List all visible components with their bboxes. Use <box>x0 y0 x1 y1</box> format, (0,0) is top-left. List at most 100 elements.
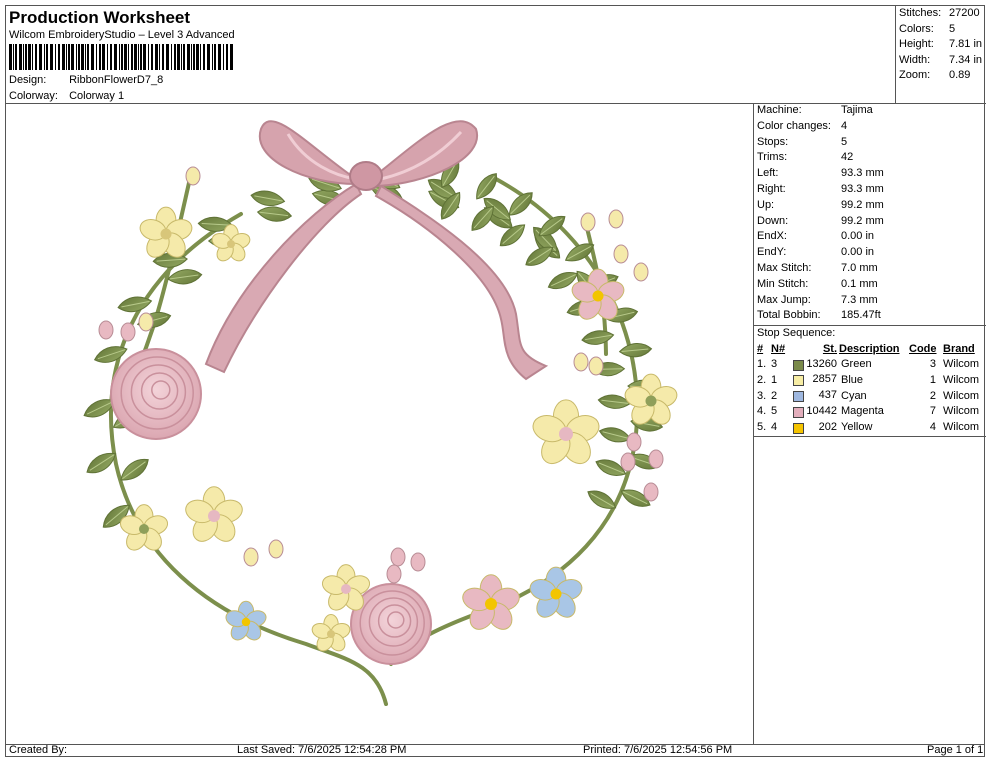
rose-bottom <box>350 583 432 665</box>
design-row: Design: RibbonFlowerD7_8 <box>9 74 163 86</box>
flower-bud <box>120 322 136 342</box>
row-stitch-count: 2857 <box>812 373 837 386</box>
wreath-flowers <box>98 166 678 665</box>
info-value: 99.2 mm <box>841 198 884 211</box>
row-index: 2. <box>757 373 767 386</box>
row-code: 3 <box>929 358 936 371</box>
info-label: Color changes: <box>757 119 831 132</box>
info-row: Right: 93.3 mm <box>754 183 986 199</box>
stat-row: Width: 7.34 in <box>899 54 986 70</box>
info-label: Total Bobbin: <box>757 309 821 322</box>
stat-row: Stitches: 27200 <box>899 7 986 23</box>
flower-bud <box>643 482 659 502</box>
flower-bud <box>626 432 642 452</box>
row-stitches: 13260 <box>792 356 838 372</box>
info-row: Stops: 5 <box>754 136 986 152</box>
barcode <box>9 44 233 70</box>
table-row: 4. 5 10442 Magenta 7 Wilcom <box>756 404 986 420</box>
info-row: Total Bobbin: 185.47ft <box>754 309 986 325</box>
info-value: 0.1 mm <box>841 277 878 290</box>
row-code: 4 <box>929 421 936 434</box>
info-value: 4 <box>841 119 848 132</box>
row-needle: 5 <box>771 405 778 418</box>
row-stitches: 202 <box>792 419 838 435</box>
stat-row: Colors: 5 <box>899 23 986 39</box>
color-swatch <box>793 375 804 387</box>
info-label: Left: <box>757 167 779 180</box>
color-swatch <box>793 391 804 403</box>
col-header-stitches: St. <box>822 342 837 355</box>
row-stitch-count: 437 <box>818 389 837 402</box>
info-label: Machine: <box>757 104 802 116</box>
info-label: Max Stitch: <box>757 261 812 274</box>
info-value: 7.0 mm <box>841 261 878 274</box>
info-label: EndY: <box>757 246 787 259</box>
pink-flower <box>462 574 520 630</box>
colorway-row: Colorway: Colorway 1 <box>9 90 124 102</box>
color-swatch <box>793 406 804 418</box>
info-label: Min Stitch: <box>757 277 809 290</box>
info-row: Trims: 42 <box>754 151 986 167</box>
design-value: RibbonFlowerD7_8 <box>69 74 164 86</box>
row-brand: Wilcom <box>943 373 980 386</box>
info-value: 93.3 mm <box>841 167 884 180</box>
blue-flower <box>225 600 267 641</box>
info-value: 93.3 mm <box>841 182 884 195</box>
info-row: EndY: 0.00 in <box>754 246 986 262</box>
stat-label: Colors: <box>899 22 934 35</box>
flower-bud <box>648 449 664 469</box>
info-row: Max Jump: 7.3 mm <box>754 294 986 310</box>
stop-sequence-table: # N# St. Description Code Brand 1. 3 13260… <box>756 341 986 435</box>
info-value: 0.00 in <box>841 246 875 259</box>
flower-bud <box>588 356 604 376</box>
leaf <box>250 190 286 207</box>
flower-bud <box>410 552 426 572</box>
stat-row: Zoom: 0.89 <box>899 69 986 85</box>
flower-bud <box>580 212 596 232</box>
worksheet-footer: Created By: Last Saved: 7/6/2025 12:54:2… <box>6 744 984 756</box>
flower-bud <box>390 547 406 567</box>
info-label: Right: <box>757 182 786 195</box>
info-value: 42 <box>841 151 854 164</box>
row-code: 7 <box>929 405 936 418</box>
flower-bud <box>268 539 284 559</box>
info-label: Max Jump: <box>757 293 811 306</box>
flower-bud <box>573 352 589 372</box>
stop-sequence-table-wrap: # N# St. Description Code Brand 1. 3 13260… <box>754 341 986 438</box>
leaf <box>167 269 203 285</box>
stat-label: Stitches: <box>899 7 942 19</box>
info-row: Machine: Tajima <box>754 104 986 120</box>
machine-info-panel: Machine: Tajima Color changes: 4 Stops: 5 Trim… <box>754 104 986 438</box>
info-value: 7.3 mm <box>841 293 878 306</box>
stat-value: 7.81 in <box>949 38 983 51</box>
info-label: Stops: <box>757 135 789 148</box>
row-brand: Wilcom <box>943 358 980 371</box>
row-description: Green <box>841 358 872 371</box>
stop-sequence-label: Stop Sequence: <box>754 325 986 341</box>
row-stitches: 2857 <box>792 372 838 388</box>
table-row: 1. 3 13260 Green 3 Wilcom <box>756 356 986 372</box>
flower-bud <box>633 262 649 282</box>
row-needle: 1 <box>771 373 778 386</box>
row-stitch-count: 13260 <box>806 357 837 370</box>
info-value: Tajima <box>841 104 873 116</box>
row-index: 4. <box>757 405 767 418</box>
created-by: Created By: <box>9 744 68 756</box>
stat-row: Height: 7.81 in <box>899 38 986 54</box>
info-row: Min Stitch: 0.1 mm <box>754 278 986 294</box>
flower-bud <box>386 564 402 584</box>
flower-bud <box>613 244 629 264</box>
flower-bud <box>243 547 259 567</box>
row-needle: 2 <box>771 389 778 402</box>
row-brand: Wilcom <box>943 405 980 418</box>
stat-label: Width: <box>899 53 931 66</box>
row-description: Yellow <box>841 421 873 434</box>
row-stitch-count: 202 <box>818 420 837 433</box>
info-row: Left: 93.3 mm <box>754 167 986 183</box>
worksheet-header: Production Worksheet Wilcom EmbroiderySt… <box>6 6 896 104</box>
row-description: Magenta <box>841 405 884 418</box>
stat-value: 7.34 in <box>949 53 983 66</box>
row-stitch-count: 10442 <box>806 404 837 417</box>
row-index: 1. <box>757 358 767 371</box>
design-label: Design: <box>9 74 47 86</box>
